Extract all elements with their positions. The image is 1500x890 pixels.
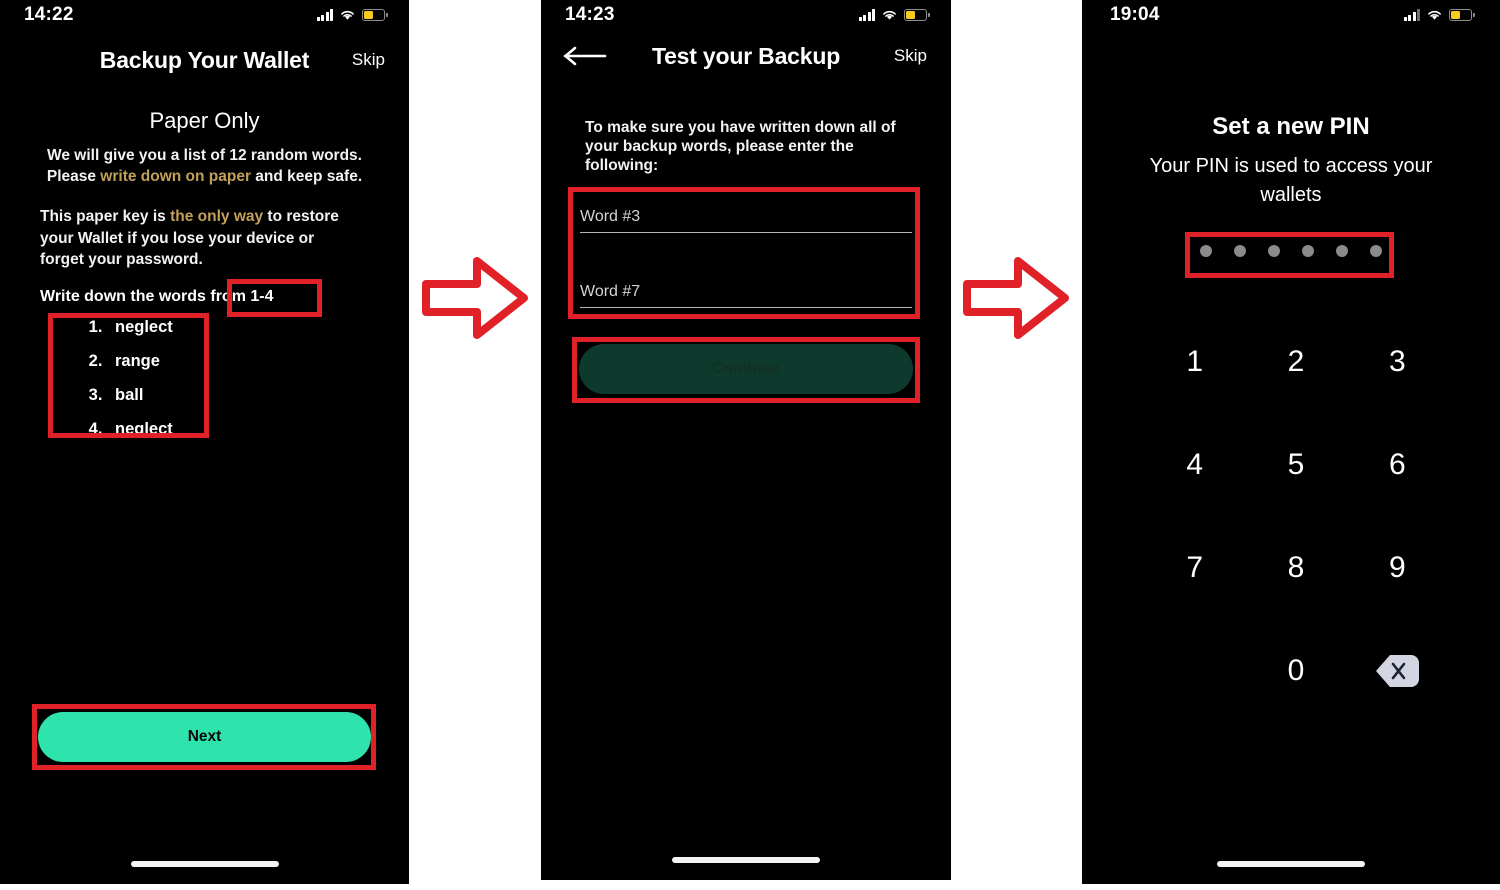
warning-paragraph: This paper key is the only way to restor… bbox=[40, 206, 360, 271]
phone-screen-set-a-new-pin: 19:04 Set a new PIN Your PIN is used to … bbox=[1082, 0, 1500, 884]
cellular-bars-icon bbox=[316, 9, 333, 21]
page-title: Test your Backup bbox=[651, 42, 841, 69]
list-item: neglect bbox=[107, 420, 173, 439]
pin-keypad: 1 2 3 4 5 6 7 8 9 0 bbox=[1144, 310, 1448, 722]
word-7-input[interactable]: Word #7 bbox=[580, 283, 912, 308]
status-bar: 14:22 bbox=[0, 0, 409, 30]
status-icons bbox=[858, 9, 930, 21]
flow-arrow-2 bbox=[961, 253, 1071, 348]
pin-dot bbox=[1200, 245, 1212, 257]
intro-line-2: Please write down on paper and keep safe… bbox=[0, 166, 409, 187]
warning-pre: This paper key is bbox=[40, 208, 171, 225]
intro-line-1: We will give you a list of 12 random wor… bbox=[47, 147, 362, 164]
pin-dots bbox=[1082, 245, 1500, 257]
flow-arrow-1 bbox=[420, 253, 530, 348]
backup-word-list: neglect range ball neglect bbox=[55, 318, 173, 454]
phone-screen-backup-your-wallet: 14:22 Backup Your Wallet Skip Paper Only… bbox=[0, 0, 409, 884]
section-subtitle: Paper Only bbox=[149, 108, 260, 133]
status-icons bbox=[1403, 9, 1475, 21]
pin-dot bbox=[1234, 245, 1246, 257]
wifi-icon bbox=[883, 10, 896, 20]
page-subtitle: Your PIN is used to access your wallets bbox=[1149, 155, 1433, 206]
back-arrow-left-icon[interactable] bbox=[563, 45, 607, 67]
intro-line-2-pre: Please bbox=[46, 168, 101, 185]
keypad-backspace-button[interactable] bbox=[1347, 619, 1448, 722]
keypad-key-6[interactable]: 6 bbox=[1347, 413, 1448, 516]
nav-bar: Backup Your Wallet Skip bbox=[0, 44, 409, 76]
page-title: Set a new PIN bbox=[1212, 113, 1370, 140]
instruction-text: To make sure you have written down all o… bbox=[585, 119, 896, 174]
pin-dot bbox=[1370, 245, 1382, 257]
intro-line-2-accent: write down on paper bbox=[100, 168, 251, 185]
keypad-key-4[interactable]: 4 bbox=[1144, 413, 1245, 516]
arrow-right-outline-icon bbox=[963, 257, 1069, 339]
status-time: 19:04 bbox=[1110, 4, 1160, 25]
phone-screen-test-your-backup: 14:23 Test your Backup Skip To make sure… bbox=[541, 0, 951, 880]
keypad-key-9[interactable]: 9 bbox=[1347, 516, 1448, 619]
skip-button[interactable]: Skip bbox=[352, 50, 385, 70]
warning-accent: the only way bbox=[170, 208, 264, 225]
word-3-input[interactable]: Word #3 bbox=[580, 208, 912, 233]
pin-dot bbox=[1268, 245, 1280, 257]
wifi-icon bbox=[1428, 10, 1441, 20]
skip-button[interactable]: Skip bbox=[894, 46, 927, 66]
next-button[interactable]: Next bbox=[38, 712, 371, 762]
list-item: ball bbox=[107, 386, 173, 405]
intro-paragraph: We will give you a list of 12 random wor… bbox=[0, 145, 409, 187]
status-bar: 19:04 bbox=[1082, 0, 1500, 30]
backspace-icon bbox=[1376, 654, 1420, 687]
list-item: range bbox=[107, 352, 173, 371]
battery-low-power-icon bbox=[904, 9, 930, 21]
keypad-key-1[interactable]: 1 bbox=[1144, 310, 1245, 413]
list-item: neglect bbox=[107, 318, 173, 337]
home-indicator bbox=[672, 857, 820, 863]
home-indicator bbox=[130, 861, 279, 867]
keypad-key-8[interactable]: 8 bbox=[1245, 516, 1346, 619]
pin-dot bbox=[1336, 245, 1348, 257]
keypad-key-3[interactable]: 3 bbox=[1347, 310, 1448, 413]
nav-bar: Test your Backup Skip bbox=[541, 40, 951, 72]
battery-low-power-icon bbox=[1449, 9, 1475, 21]
pin-dot bbox=[1302, 245, 1314, 257]
write-down-instruction: Write down the words from 1-4 bbox=[40, 288, 274, 305]
battery-low-power-icon bbox=[362, 9, 388, 21]
arrow-right-outline-icon bbox=[422, 257, 528, 339]
cellular-bars-icon bbox=[1403, 9, 1420, 21]
continue-button[interactable]: Continue bbox=[579, 344, 913, 394]
intro-line-2-post: and keep safe. bbox=[251, 168, 363, 185]
wifi-icon bbox=[341, 10, 354, 20]
keypad-key-2[interactable]: 2 bbox=[1245, 310, 1346, 413]
home-indicator bbox=[1217, 861, 1365, 867]
keypad-key-7[interactable]: 7 bbox=[1144, 516, 1245, 619]
status-icons bbox=[316, 9, 388, 21]
keypad-key-empty bbox=[1144, 619, 1245, 722]
status-time: 14:23 bbox=[565, 4, 615, 25]
keypad-key-0[interactable]: 0 bbox=[1245, 619, 1346, 722]
status-bar: 14:23 bbox=[541, 0, 951, 30]
status-time: 14:22 bbox=[24, 4, 74, 25]
page-title: Backup Your Wallet bbox=[99, 46, 310, 73]
cellular-bars-icon bbox=[858, 9, 875, 21]
keypad-key-5[interactable]: 5 bbox=[1245, 413, 1346, 516]
